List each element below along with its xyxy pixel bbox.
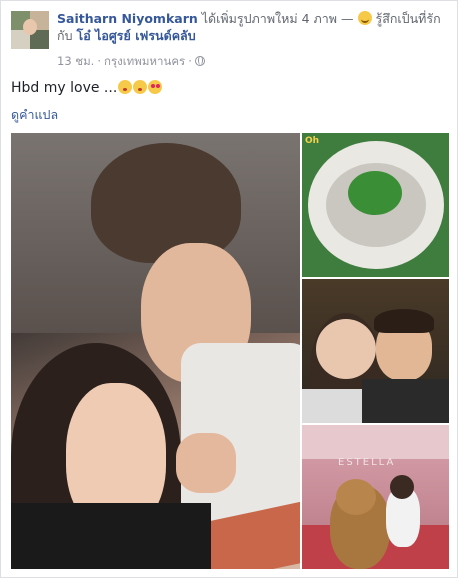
blushing-face-icon — [357, 11, 372, 25]
estella-sign-text: ESTELLA — [338, 457, 396, 468]
photo-teddy-bear[interactable]: ESTELLA — [302, 425, 449, 569]
see-translation-link[interactable]: ดูคำแปล — [11, 105, 58, 125]
heart-eyes-face-icon — [148, 80, 163, 94]
kissing-face-icon — [118, 80, 133, 94]
post-action-text: ได้เพิ่มรูปภาพใหม่ 4 ภาพ — — [201, 11, 354, 26]
post-meta: 13 ชม. · กรุงเทพมหานคร · — [57, 53, 205, 71]
food-photo-label: Oh — [305, 136, 320, 146]
post-message: Hbd my love ... — [11, 80, 163, 96]
kissing-face-icon — [133, 80, 148, 94]
tagged-friend-link[interactable]: โอ๋ ไอศูรย์ เฟรนด์คลับ — [77, 28, 196, 43]
author-avatar[interactable] — [11, 11, 49, 49]
post-timestamp-link[interactable]: 13 ชม. — [57, 54, 94, 68]
location-link[interactable]: กรุงเทพมหานคร — [104, 54, 185, 68]
author-name-link[interactable]: Saitharn Niyomkarn — [57, 11, 198, 26]
globe-icon[interactable] — [194, 56, 205, 66]
photo-food-dish[interactable]: Oh — [302, 133, 449, 277]
post-headline: Saitharn Niyomkarn ได้เพิ่มรูปภาพใหม่ 4 … — [57, 10, 449, 44]
photo-couple[interactable] — [302, 279, 449, 423]
post-card: Saitharn Niyomkarn ได้เพิ่มรูปภาพใหม่ 4 … — [0, 0, 458, 578]
post-message-text: Hbd my love ... — [11, 80, 118, 96]
photo-main-selfie[interactable] — [11, 133, 300, 569]
